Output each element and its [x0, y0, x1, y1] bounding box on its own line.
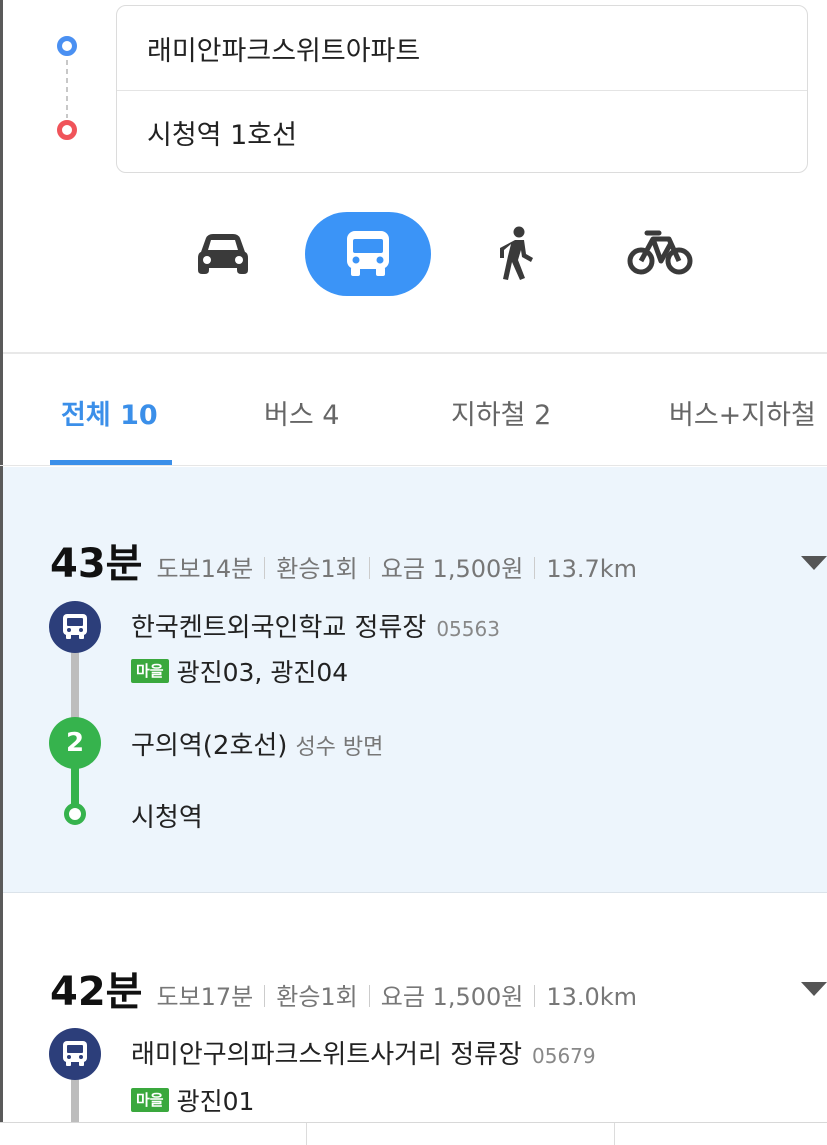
transfer-station[interactable]: 구의역(2호선) 성수 방면	[131, 725, 383, 762]
route-summary: 42분 도보17분 환승1회 요금 1,500원 13.0km	[50, 959, 637, 1017]
destination-pin-icon	[57, 120, 77, 140]
origin-pin-icon	[57, 36, 77, 56]
stop-name: 한국켄트외국인학교 정류장	[131, 613, 427, 643]
walk-icon	[500, 226, 533, 280]
station-name: 구의역(2호선)	[131, 731, 288, 761]
bus-icon	[63, 1041, 87, 1066]
destination-field[interactable]: 시청역 1호선	[117, 90, 807, 174]
separator	[264, 985, 266, 1007]
transfer-count: 환승1회	[276, 555, 358, 583]
car-icon	[198, 234, 248, 274]
fare: 요금 1,500원	[380, 555, 524, 583]
bus-line-numbers: 광진01	[176, 1087, 255, 1116]
route-dashed-line	[66, 60, 68, 118]
route-search-box: 래미안파크스위트아파트 시청역 1호선	[116, 5, 808, 173]
expand-caret-icon[interactable]	[801, 982, 827, 996]
arrival-station[interactable]: 시청역	[131, 797, 203, 834]
bottom-bar-divider	[306, 1123, 307, 1145]
village-bus-badge: 마을	[131, 659, 169, 683]
car-mode-button[interactable]	[190, 212, 256, 296]
bus-icon	[347, 231, 389, 276]
origin-field[interactable]: 래미안파크스위트아파트	[117, 6, 807, 90]
boarding-stop[interactable]: 래미안구의파크스위트사거리 정류장 05679	[131, 1034, 596, 1071]
village-bus-badge: 마을	[131, 1088, 169, 1112]
distance: 13.7km	[546, 555, 638, 583]
route-summary: 43분 도보14분 환승1회 요금 1,500원 13.7km	[50, 531, 637, 589]
tab-all[interactable]: 전체 10	[61, 393, 158, 432]
route-duration: 42분	[50, 969, 143, 1015]
separator	[368, 985, 370, 1007]
destination-text: 시청역 1호선	[147, 120, 297, 151]
subway-line-2-icon: 2	[49, 717, 101, 769]
walk-mode-button[interactable]	[487, 212, 547, 296]
subway-line-number: 2	[65, 728, 85, 758]
section-divider	[3, 352, 827, 354]
bus-mode-button[interactable]	[305, 212, 431, 296]
walk-time: 도보17분	[156, 983, 254, 1011]
separator	[368, 557, 370, 579]
bus-step-icon	[49, 601, 101, 653]
bus-icon	[63, 614, 87, 639]
bottom-bar-divider	[614, 1123, 615, 1145]
walk-time: 도보14분	[156, 555, 254, 583]
destination-dot-icon	[64, 803, 86, 825]
tab-bus-subway[interactable]: 버스+지하철	[669, 393, 816, 432]
boarding-stop[interactable]: 한국켄트외국인학교 정류장 05563	[131, 607, 500, 644]
fare: 요금 1,500원	[380, 983, 524, 1011]
tab-subway[interactable]: 지하철 2	[451, 393, 551, 432]
origin-text: 래미안파크스위트아파트	[147, 35, 421, 67]
bottom-bar	[0, 1122, 827, 1145]
bicycle-icon	[627, 230, 693, 275]
expand-caret-icon[interactable]	[801, 556, 827, 570]
bike-mode-button[interactable]	[622, 212, 698, 296]
stop-id: 05563	[436, 617, 500, 641]
transport-mode-selector	[0, 212, 827, 298]
separator	[264, 557, 266, 579]
bus-line-numbers: 광진03, 광진04	[176, 658, 349, 687]
route-pins	[52, 30, 82, 150]
bus-lines: 마을 광진01	[131, 1082, 254, 1118]
separator	[534, 557, 536, 579]
route-card[interactable]: 43분 도보14분 환승1회 요금 1,500원 13.7km 한국켄트외국인학…	[3, 467, 827, 893]
distance: 13.0km	[546, 983, 638, 1011]
stop-name: 래미안구의파크스위트사거리 정류장	[131, 1040, 522, 1070]
direction: 성수 방면	[295, 735, 384, 760]
route-timeline	[71, 1074, 79, 1124]
bus-lines: 마을 광진03, 광진04	[131, 653, 348, 689]
route-card[interactable]: 42분 도보17분 환승1회 요금 1,500원 13.0km 래미안구의파크스…	[3, 894, 827, 1124]
separator	[534, 985, 536, 1007]
active-tab-indicator	[50, 460, 172, 465]
transfer-count: 환승1회	[276, 983, 358, 1011]
bus-step-icon	[49, 1028, 101, 1080]
stop-id: 05679	[532, 1044, 596, 1068]
tab-bus[interactable]: 버스 4	[264, 393, 339, 432]
route-filter-tabs: 전체 10 버스 4 지하철 2 버스+지하철	[0, 355, 827, 466]
route-duration: 43분	[50, 541, 143, 587]
